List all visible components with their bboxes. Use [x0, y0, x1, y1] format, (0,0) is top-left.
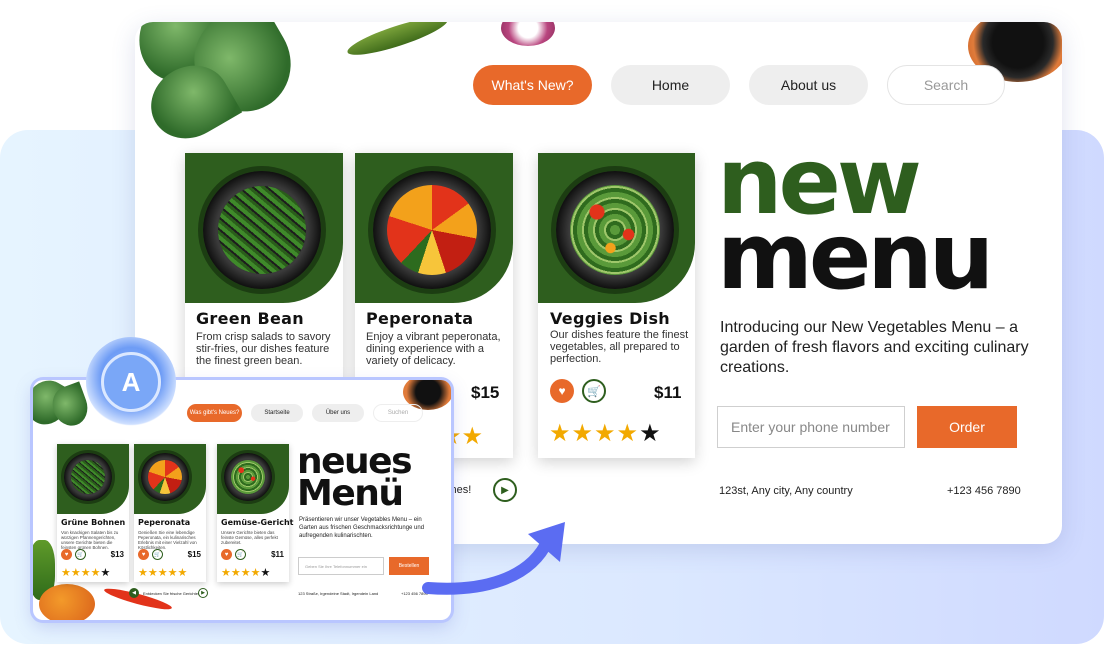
card-title: Peperonata: [366, 309, 474, 328]
cart-icon[interactable]: 🛒: [75, 549, 86, 560]
footer-address: 123st, Any city, Any country: [719, 485, 853, 497]
card-description: Our dishes feature the finest vegetables…: [550, 329, 689, 365]
star-rating: ★★★★★: [138, 567, 188, 579]
thumb-footer-text: Entdecken Sie frische Gerichte!: [143, 591, 200, 596]
card-description: From crisp salads to savory stir-fries, …: [196, 331, 331, 367]
veggies-dish-image: [231, 460, 265, 494]
nav-about-button[interactable]: About us: [749, 65, 868, 105]
search-input[interactable]: Search: [887, 65, 1005, 105]
stage: What's New? Home About us Search Green B…: [0, 0, 1104, 660]
thumb-search-input[interactable]: Suchen: [373, 404, 423, 422]
card-title: Green Bean: [196, 309, 304, 328]
heart-icon[interactable]: ♥: [550, 379, 574, 403]
card-title: Grüne Bohnen: [61, 518, 126, 527]
card-description: Enjoy a vibrant peperonata, dining exper…: [366, 331, 501, 367]
card-title: Peperonata: [138, 518, 191, 527]
card-description: Von knackigen Salaten bis zu würzigen Pf…: [61, 530, 119, 550]
nav-home-button[interactable]: Home: [611, 65, 730, 105]
thumb-next-icon[interactable]: ▶: [198, 588, 208, 598]
cart-icon[interactable]: 🛒: [582, 379, 606, 403]
translate-icon[interactable]: A: [101, 352, 161, 412]
card-price: $15: [471, 383, 500, 402]
card-price: $13: [110, 550, 124, 559]
thumb-nav-home[interactable]: Startseite: [251, 404, 303, 422]
translated-preview-window[interactable]: Was gibt's Neues? Startseite Über uns Su…: [33, 380, 451, 620]
menu-card-veggies-dish[interactable]: Veggies Dish Our dishes feature the fine…: [538, 153, 695, 458]
thumb-footer-address: 123 Straße, Irgendeine Stadt, Irgendein …: [298, 591, 379, 596]
thumb-card-peperonata[interactable]: Peperonata Genießen Sie eine lebendige P…: [134, 444, 206, 582]
thumb-nav-about[interactable]: Über uns: [312, 404, 364, 422]
thumb-intro-text: Präsentieren wir unser Vegetables Menu –…: [299, 517, 425, 539]
nav-whats-new-button[interactable]: What's New?: [473, 65, 592, 105]
green-bean-dish-image: [71, 460, 105, 494]
peperonata-dish-image: [387, 185, 477, 275]
thumb-hero-title-menu: Menü: [297, 473, 404, 514]
cart-icon[interactable]: 🛒: [235, 549, 246, 560]
thumb-nav-whats-new[interactable]: Was gibt's Neues?: [187, 404, 242, 422]
next-arrow-icon[interactable]: ▶: [493, 478, 517, 502]
heart-icon[interactable]: ♥: [61, 549, 72, 560]
pepper-decoration: [344, 22, 451, 62]
card-price: $15: [187, 550, 201, 559]
thumb-card-vegetable-dish[interactable]: Gemüse-Gericht Unsere Gerichte bieten da…: [217, 444, 293, 582]
hero-intro-text: Introducing our New Vegetables Menu – a …: [720, 319, 1029, 376]
onion-decoration: [501, 22, 555, 46]
order-button[interactable]: Order: [917, 406, 1017, 448]
card-price: $11: [654, 383, 682, 402]
thumb-card-green-beans[interactable]: Grüne Bohnen Von knackigen Salaten bis z…: [57, 444, 129, 582]
star-rating: ★★★★★: [221, 567, 271, 579]
thumb-phone-input[interactable]: Geben Sie Ihre Telefonnummer ein: [298, 557, 384, 575]
card-title: Gemüse-Gericht: [221, 518, 294, 527]
card-description: Unsere Gerichte bieten das feinste Gemüs…: [221, 530, 278, 545]
veggies-dish-image: [570, 185, 660, 275]
heart-icon[interactable]: ♥: [138, 549, 149, 560]
thumb-prev-icon[interactable]: ◀: [129, 588, 139, 598]
orange-pepper-decoration: [39, 584, 95, 620]
footer-phone: +123 456 7890: [947, 485, 1021, 497]
card-title: Veggies Dish: [550, 309, 670, 328]
peperonata-dish-image: [148, 460, 182, 494]
star-rating: ★★★★★: [549, 420, 662, 447]
heart-icon[interactable]: ♥: [221, 549, 232, 560]
phone-input[interactable]: Enter your phone number: [717, 406, 905, 448]
green-bean-dish-image: [218, 186, 306, 274]
hero-title-menu: menu: [717, 203, 994, 310]
transform-arrow-icon: [422, 522, 565, 595]
star-rating: ★★★★★: [61, 567, 111, 579]
cart-icon[interactable]: 🛒: [152, 549, 163, 560]
card-description: Genießen Sie eine lebendige Peperonata, …: [138, 530, 197, 550]
card-price: $11: [271, 550, 284, 559]
